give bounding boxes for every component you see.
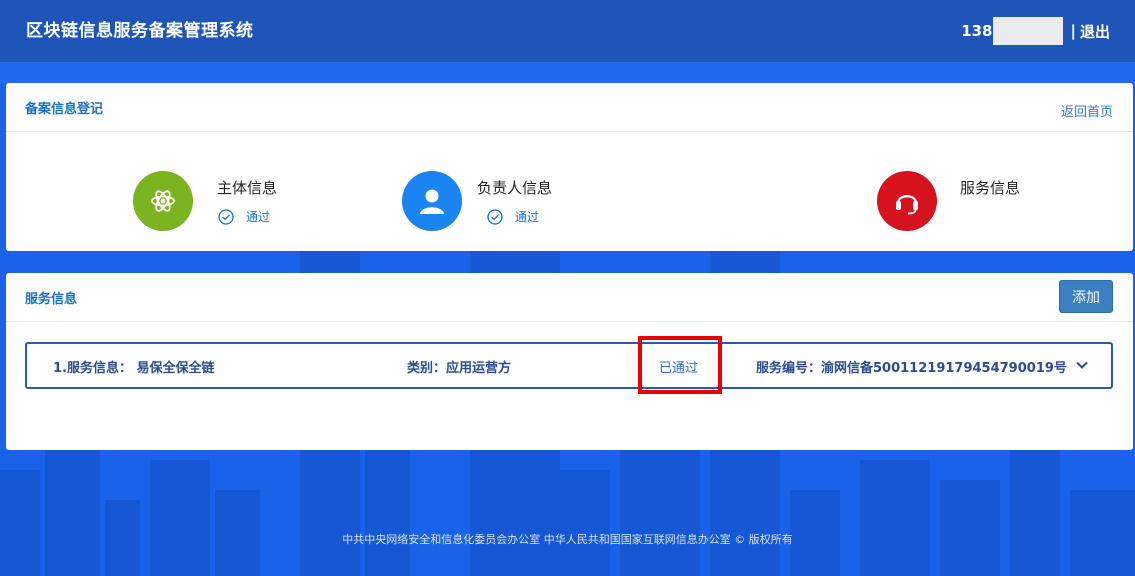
separator: | [1070, 22, 1076, 40]
card-title: 服务信息 [25, 292, 78, 307]
service-info-card: 服务信息 添加 1.服务信息： 易保全保全链 类别：应用运营方 已通过 服务编号… [6, 273, 1133, 450]
service-number: 服务编号：渝网信备50011219179454790019号 [756, 361, 1067, 376]
card-title: 备案信息登记 [25, 102, 104, 117]
add-button[interactable]: 添加 [1059, 280, 1113, 313]
person-icon [402, 171, 462, 231]
check-circle-icon [218, 208, 234, 225]
user-phone: 138 [961, 22, 993, 40]
chevron-down-icon[interactable] [1075, 358, 1089, 372]
logout-link[interactable]: 退出 [1080, 21, 1110, 42]
filing-registration-card: 备案信息登记 返回首页 主体信息 通过 负责人信息 通过 服务信息 [6, 83, 1133, 251]
headset-icon [877, 171, 937, 231]
top-bar: 区块链信息服务备案管理系统 138 | 退出 [0, 0, 1135, 62]
check-circle-icon [487, 208, 503, 225]
step-status-text: 通过 [246, 210, 271, 224]
step-status: 通过 [218, 208, 270, 225]
card-header: 服务信息 添加 [6, 273, 1133, 322]
service-row[interactable]: 1.服务信息： 易保全保全链 类别：应用运营方 已通过 服务编号：渝网信备500… [25, 342, 1113, 389]
service-name: 1.服务信息： 易保全保全链 [53, 361, 215, 376]
step-status: 通过 [487, 208, 539, 225]
atom-icon [133, 171, 193, 231]
status-highlight-box [638, 336, 722, 394]
back-home-link[interactable]: 返回首页 [1061, 101, 1113, 120]
card-header: 备案信息登记 返回首页 [6, 83, 1133, 132]
redacted-phone-mask [992, 17, 1063, 45]
footer-copyright: 中共中央网络安全和信息化委员会办公室 中华人民共和国国家互联网信息办公室 © 版… [342, 533, 793, 546]
step-status-text: 通过 [515, 210, 540, 224]
user-area: 138 | 退出 [961, 17, 1110, 45]
step-label: 服务信息 [960, 179, 1021, 197]
service-category: 类别：应用运营方 [407, 361, 512, 376]
app-title: 区块链信息服务备案管理系统 [26, 21, 254, 41]
step-label: 负责人信息 [477, 179, 553, 197]
step-label: 主体信息 [217, 179, 278, 197]
